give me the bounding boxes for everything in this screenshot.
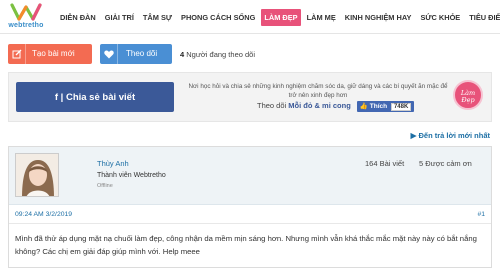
logo-w-icon <box>10 3 42 21</box>
top-navbar: webtretho DIỄN ĐÀN GIẢI TRÍ TÂM SỰ PHONG… <box>0 0 500 34</box>
facebook-follow-line: Theo dõi Mỗi đỏ & mi cong 👍 Thích 748K <box>257 101 415 112</box>
fb-follow-prefix: Theo dõi <box>257 101 287 110</box>
post-timestamp: 09:24 AM 3/2/2019 <box>15 211 73 218</box>
new-post-label: Tạo bài mới <box>32 49 75 58</box>
post-username[interactable]: Thùy Anh <box>97 159 129 168</box>
follow-label: Theo dõi <box>126 49 158 58</box>
logo-text: webtretho <box>8 22 44 29</box>
nav-tam-su[interactable]: TÂM SỰ <box>140 9 175 26</box>
nav-tieu-diem[interactable]: TIÊU ĐIỂM <box>466 9 500 26</box>
like-label: Thích <box>369 103 388 110</box>
facebook-share-button[interactable]: f | Chia sẻ bài viết <box>16 82 174 112</box>
post-meta-bar: 09:24 AM 3/2/2019 #1 <box>9 206 491 224</box>
thumbs-up-icon: 👍 <box>359 103 368 110</box>
latest-reply-label: Đến trả lời mới nhất <box>418 131 490 140</box>
follower-text: Người đang theo dõi <box>186 50 255 59</box>
pencil-square-icon <box>8 44 26 64</box>
followers-info: 4 Người đang theo dõi <box>180 50 255 59</box>
post-user-status: Offline <box>97 183 113 189</box>
heart-icon <box>100 44 118 64</box>
nav-giai-tri[interactable]: GIẢI TRÍ <box>102 9 137 26</box>
avatar[interactable] <box>15 153 59 197</box>
triangle-right-icon: ▶ <box>410 131 417 140</box>
nav-lam-me[interactable]: LÀM MẸ <box>304 9 339 26</box>
webtretho-logo[interactable]: webtretho <box>4 3 48 31</box>
share-panel: f | Chia sẻ bài viết Nơi học hỏi và chia… <box>8 72 492 122</box>
post-user-thanks-count: 5 Được cảm ơn <box>419 159 472 168</box>
post-user-role: Thành viên Webtretho <box>97 172 166 179</box>
nav-kinh-nghiem-hay[interactable]: KINH NGHIỆM HAY <box>342 9 415 26</box>
post-user-posts-count: 164 Bài viết <box>365 159 405 168</box>
lam-dep-badge: Làm Đẹp <box>453 80 483 110</box>
avatar-photo-icon <box>16 154 58 196</box>
nav-suc-khoe[interactable]: SỨC KHỎE <box>417 9 463 26</box>
post-author-bar: Thùy Anh Thành viên Webtretho Offline 16… <box>9 147 491 205</box>
forum-post: Thùy Anh Thành viên Webtretho Offline 16… <box>8 146 492 268</box>
post-number-link[interactable]: #1 <box>477 211 485 218</box>
nav-dien-dan[interactable]: DIỄN ĐÀN <box>57 9 99 26</box>
follower-count: 4 <box>180 50 185 59</box>
like-count: 748K <box>390 103 412 111</box>
nav-phong-cach-song[interactable]: PHONG CÁCH SỐNG <box>178 9 258 26</box>
new-post-button[interactable]: Tạo bài mới <box>8 44 92 64</box>
nav-lam-dep[interactable]: LÀM ĐẸP <box>261 8 301 26</box>
fb-page-link[interactable]: Mỗi đỏ & mi cong <box>288 101 351 110</box>
forum-description: Nơi học hỏi và chia sẻ những kinh nghiệm… <box>188 83 448 99</box>
facebook-like-button[interactable]: 👍 Thích 748K <box>356 101 415 112</box>
main-nav: DIỄN ĐÀN GIẢI TRÍ TÂM SỰ PHONG CÁCH SỐNG… <box>57 0 500 34</box>
post-content: Mình đã thử áp dụng mặt nạ chuối làm đẹp… <box>15 234 477 256</box>
latest-reply-link[interactable]: ▶ Đến trả lời mới nhất <box>411 131 490 140</box>
follow-button[interactable]: Theo dõi <box>100 44 172 64</box>
